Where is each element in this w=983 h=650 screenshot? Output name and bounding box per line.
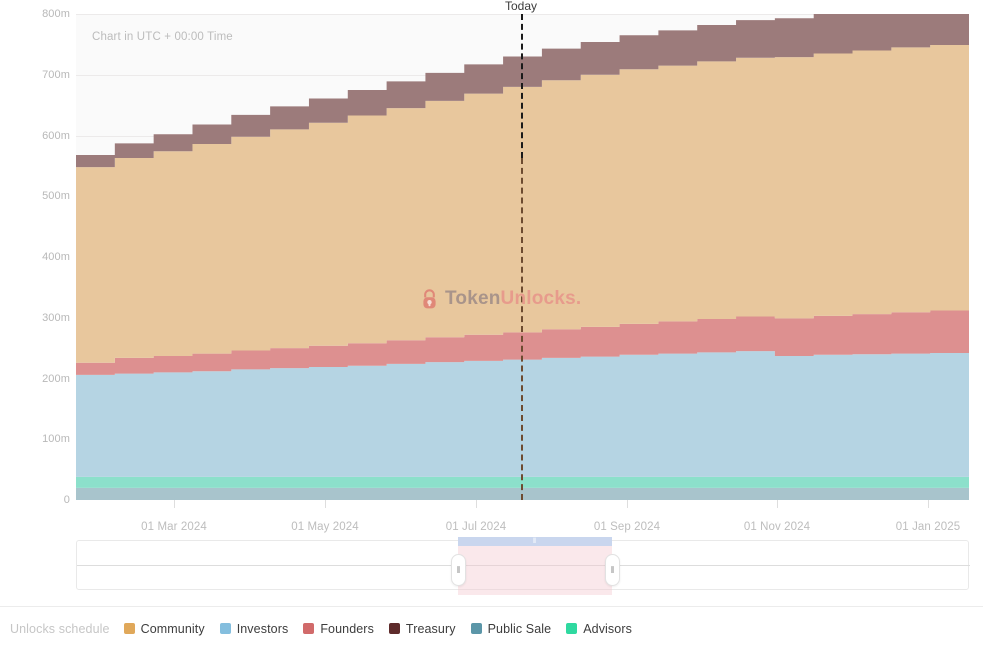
utc-note: Chart in UTC + 00:00 Time [92, 31, 233, 43]
y-axis-tick-label: 800m [42, 8, 70, 20]
x-axis-tick-mark [325, 500, 326, 508]
legend-item-label: Treasury [405, 621, 456, 636]
legend-swatch [470, 623, 482, 634]
legend-swatch [303, 623, 315, 634]
legend: Unlocks schedule Community Investors Found… [0, 606, 983, 650]
y-axis-tick-label: 100m [42, 433, 70, 446]
x-axis-tick-mark [928, 500, 929, 508]
range-handle-left-grip: ⦀ [456, 564, 461, 575]
legend-item-label: Investors [236, 621, 289, 636]
y-axis-tick-label: 700m [42, 68, 70, 81]
legend-item-founders[interactable]: Founders [303, 622, 374, 636]
legend-item-label: Public Sale [487, 621, 552, 636]
legend-items: Community Investors Founders Treasury Public… [123, 621, 647, 636]
range-handle-left[interactable]: ⦀ [450, 554, 466, 586]
legend-swatch [388, 623, 400, 634]
y-axis-tick-label: 600m [42, 129, 70, 142]
chart-container: 0 100m 200m 300m 400m 500m 600m 700m 800m Chart … [0, 0, 983, 605]
x-axis-tick-label: 01 Nov 2024 [743, 521, 811, 533]
legend-item-public-sale[interactable]: Public Sale [470, 621, 552, 636]
x-axis-tick-mark [627, 500, 628, 508]
legend-item-label: Community [140, 621, 205, 636]
legend-swatch [219, 623, 231, 634]
range-selector[interactable]: ⦀ ⦀ ⦀ [76, 537, 970, 595]
y-axis-tick-label: 200m [42, 372, 70, 385]
legend-item-advisors[interactable]: Advisors [566, 622, 632, 636]
y-axis-tick-label: 500m [42, 190, 70, 203]
today-line-upper [521, 14, 523, 158]
legend-item-treasury[interactable]: Treasury [388, 621, 456, 636]
legend-item-label: Founders [320, 621, 374, 636]
x-axis-tick-label: 01 Sep 2024 [593, 521, 661, 533]
today-line-lower [521, 158, 523, 500]
y-axis-tick-label: 400m [42, 251, 70, 263]
y-axis-tick-label: 0 [63, 494, 70, 506]
x-axis-tick-mark [174, 500, 175, 508]
range-window[interactable]: ⦀ [458, 537, 612, 595]
legend-swatch [123, 623, 135, 634]
legend-item-community[interactable]: Community [123, 621, 205, 636]
y-axis-tick-label: 300m [42, 311, 70, 324]
range-handle-right-grip: ⦀ [610, 564, 615, 575]
x-axis-tick-label: 01 May 2024 [291, 521, 359, 533]
range-window-drag-bar[interactable]: ⦀ [458, 537, 612, 546]
range-drag-grip: ⦀ [532, 538, 538, 545]
x-axis-tick-label: 01 Jan 2025 [895, 521, 961, 533]
range-handle-right[interactable]: ⦀ [604, 554, 620, 586]
x-axis-tick-mark [777, 500, 778, 508]
token-unlocks-chart-page: 0 100m 200m 300m 400m 500m 600m 700m 800m Chart … [0, 0, 983, 650]
x-axis-tick-label: 01 Mar 2024 [141, 521, 207, 533]
today-label: Today [504, 0, 538, 13]
legend-title: Unlocks schedule [10, 621, 110, 636]
legend-item-label: Advisors [583, 621, 632, 636]
x-axis-tick-label: 01 Jul 2024 [445, 521, 507, 533]
legend-swatch [566, 623, 578, 634]
legend-item-investors[interactable]: Investors [219, 621, 289, 636]
x-axis-tick-mark [476, 500, 477, 508]
